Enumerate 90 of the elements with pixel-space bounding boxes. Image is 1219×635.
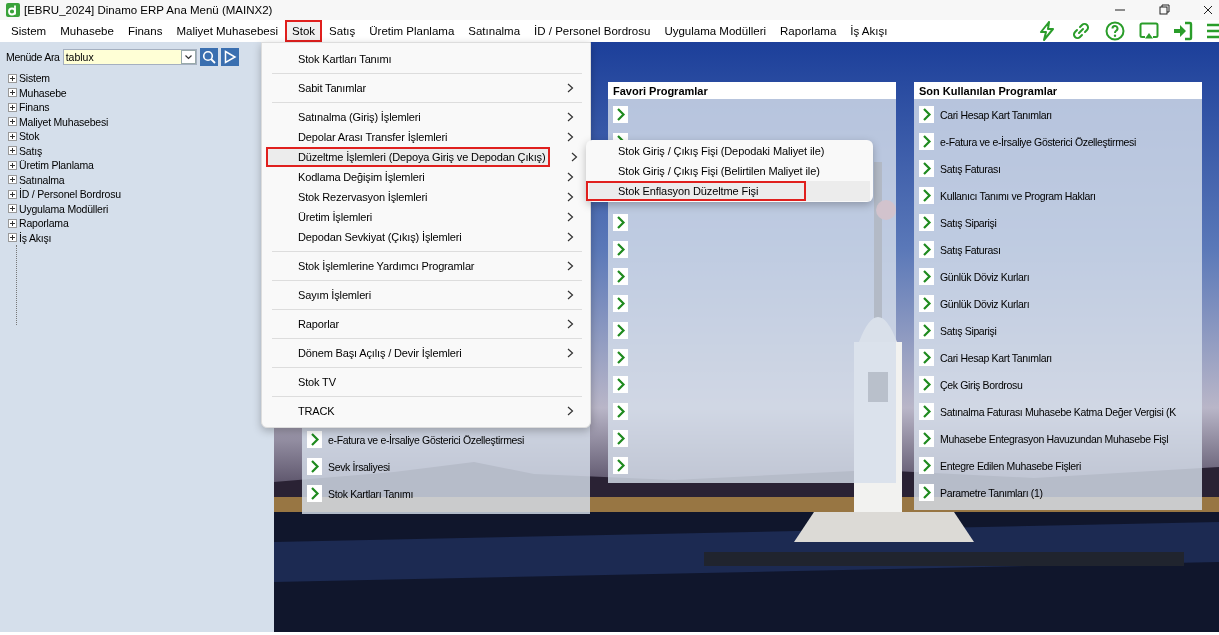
program-link[interactable]: Kullanıcı Tanımı ve Program Hakları [940,189,1096,202]
panel-header: Favori Programlar [608,82,896,99]
dropdown-icon[interactable] [180,50,196,64]
menu-item[interactable]: Uygulama Modülleri [657,20,774,42]
expand-icon[interactable] [8,204,17,214]
panel-header: Son Kullanılan Programlar [914,82,1202,99]
program-link[interactable]: Cari Hesap Kart Tanımları [940,108,1052,121]
program-link[interactable]: Günlük Döviz Kurları [940,270,1030,283]
tree-item[interactable]: İD / Personel Bordrosu [19,188,121,201]
menu-option[interactable]: Stok Giriş / Çıkış Fişi (Depodaki Maliyet ile) [589,141,870,161]
menu-item[interactable]: Raporlama [773,20,844,42]
close-icon[interactable] [1201,3,1215,17]
program-link[interactable]: Satış Siparişi [940,216,997,229]
program-link[interactable]: Entegre Edilen Muhasebe Fişleri [940,459,1081,472]
restore-icon[interactable] [1157,3,1171,17]
tree-item[interactable]: Maliyet Muhasebesi [19,115,109,128]
tree-item[interactable]: Uygulama Modülleri [19,202,109,215]
program-link[interactable]: Satınalma Faturası Muhasebe Katma Değer Vergisi (K [940,405,1176,418]
help-icon[interactable] [1105,21,1125,41]
program-link[interactable]: Sevk İrsaliyesi [328,460,390,473]
tree-item[interactable]: Satış [19,144,42,157]
menu-option[interactable]: Depodan Sevkiyat (Çıkış) İşlemleri [266,227,586,247]
menu-option[interactable]: Satınalma (Giriş) İşlemleri [266,107,586,127]
expand-icon[interactable] [8,218,17,228]
program-link[interactable]: Satış Faturası [940,162,1001,175]
menu-option[interactable]: Kodlama Değişim İşlemleri [266,167,586,187]
menu-option[interactable]: Stok TV [266,372,586,392]
program-link[interactable]: Çek Giriş Bordrosu [940,378,1023,391]
expand-icon[interactable] [8,160,17,170]
tree-item[interactable]: İş Akışı [19,231,52,244]
run-button[interactable] [220,48,239,66]
menu-option[interactable]: Düzeltme İşlemleri (Depoya Giriş ve Depodan Çıkış) [266,147,550,167]
app-logo-icon [6,3,20,17]
link-icon[interactable] [1071,21,1091,41]
tree-item[interactable]: Sistem [19,72,50,85]
lightning-icon[interactable] [1037,21,1057,41]
menu-option[interactable]: Sabit Tanımlar [266,78,586,98]
program-link[interactable]: Cari Hesap Kart Tanımları [940,351,1052,364]
program-link[interactable]: Satış Siparişi [940,324,997,337]
tree-item[interactable]: Satınalma [19,173,65,186]
expand-icon[interactable] [8,146,17,156]
search-button[interactable] [199,48,218,66]
menu-option[interactable]: Stok Enflasyon Düzeltme Fişi [589,181,870,201]
screen-icon[interactable] [1139,21,1159,41]
menu-item[interactable]: Stok [285,20,323,42]
tree-item[interactable]: Üretim Planlama [19,159,94,172]
menu-item[interactable]: Satış [322,20,363,42]
window-title: [EBRU_2024] Dinamo ERP Ana Menü (MAINX2) [24,4,274,16]
expand-icon[interactable] [8,102,17,112]
search-icon [201,50,216,64]
menu-item[interactable]: Sistem [4,20,54,42]
menu-option[interactable]: TRACK [266,401,586,421]
tree-item[interactable]: Muhasebe [19,86,67,99]
menu-option[interactable]: Üretim İşlemleri [266,207,586,227]
program-link[interactable]: Stok Kartları Tanımı [328,487,413,500]
expand-icon[interactable] [8,88,17,98]
search-field[interactable]: tablux [62,49,197,65]
program-link[interactable]: Günlük Döviz Kurları [940,297,1030,310]
menu-option[interactable]: Stok İşlemlerine Yardımcı Programlar [266,256,586,276]
program-link[interactable]: Muhasebe Entegrasyon Havuzundan Muhasebe Fişl [940,432,1169,445]
play-icon [222,50,237,64]
expand-icon[interactable] [8,175,17,185]
program-link[interactable]: Parametre Tanımları (1) [940,486,1043,499]
expand-icon[interactable] [8,131,17,141]
menu-option[interactable]: Raporlar [266,314,586,334]
menu-option[interactable]: Stok Giriş / Çıkış Fişi (Belirtilen Maliyet ile) [589,161,870,181]
expand-icon[interactable] [8,117,17,127]
menu-item[interactable]: Maliyet Muhasebesi [169,20,286,42]
menu-item[interactable]: Üretim Planlama [362,20,462,42]
program-link[interactable]: e-Fatura ve e-İrsaliye Gösterici Özelleştirmesi [940,135,1136,148]
expand-icon[interactable] [8,233,17,243]
menu-option[interactable]: Sayım İşlemleri [266,285,586,305]
expand-icon[interactable] [8,73,17,83]
menu-option[interactable]: Depolar Arası Transfer İşlemleri [266,127,586,147]
tree-item[interactable]: Stok [19,130,40,143]
menu-option[interactable]: Stok Kartları Tanımı [266,49,586,69]
menu-item[interactable]: İD / Personel Bordrosu [527,20,658,42]
menu-item[interactable]: Satınalma [461,20,528,42]
tree-item[interactable]: Finans [19,101,50,114]
menu-option[interactable]: Stok Rezervasyon İşlemleri [266,187,586,207]
program-link[interactable]: Satış Faturası [940,243,1001,256]
tree-item[interactable]: Raporlama [19,217,69,230]
menu-item[interactable]: İş Akışı [843,20,895,42]
menu-item[interactable]: Finans [120,20,170,42]
menu-item[interactable]: Muhasebe [53,20,121,42]
sign-in-icon[interactable] [1173,21,1193,41]
expand-icon[interactable] [8,189,17,199]
menu-option[interactable]: Dönem Başı Açılış / Devir İşlemleri [266,343,586,363]
program-link[interactable]: e-Fatura ve e-İrsaliye Gösterici Özelleştirmesi [328,433,524,446]
search-label: Menüde Ara [6,51,60,63]
